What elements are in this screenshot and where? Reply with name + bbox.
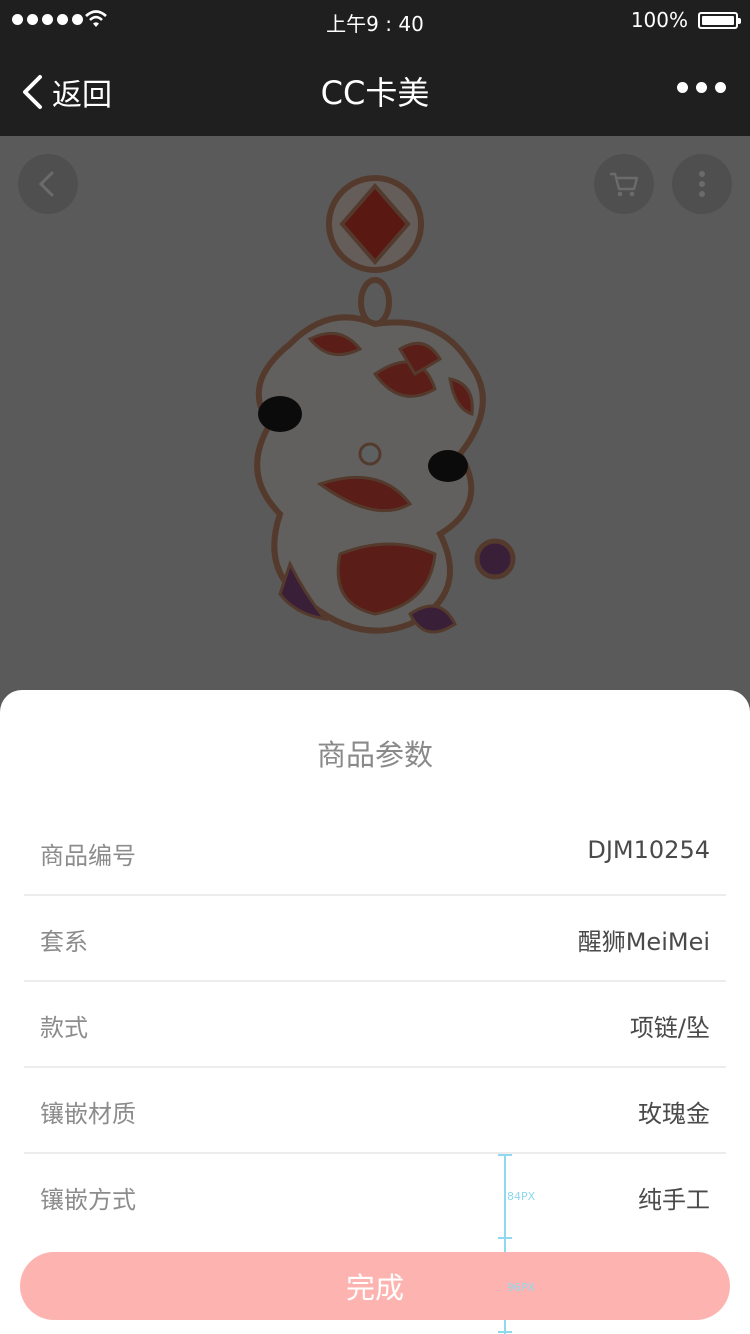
param-label: 款式: [40, 1014, 88, 1042]
param-row-series: 套系 醒狮MeiMei: [24, 896, 726, 982]
param-row-material: 镶嵌材质 玫瑰金: [24, 1068, 726, 1154]
product-params-sheet: 商品参数 商品编号 DJM10254 套系 醒狮MeiMei 款式 项链/坠 镶…: [0, 690, 750, 1334]
page-title: CC卡美: [320, 74, 430, 112]
param-label: 镶嵌方式: [40, 1186, 136, 1214]
measure-guide-tick: [498, 1331, 512, 1333]
param-label: 镶嵌材质: [40, 1100, 136, 1128]
param-label: 商品编号: [40, 842, 136, 870]
more-dots-icon: [677, 82, 688, 93]
measure-guide-tick: [498, 1154, 512, 1156]
measure-label-button: 96PX: [507, 1281, 536, 1294]
param-value: 玫瑰金: [638, 1100, 710, 1128]
param-value: 纯手工: [638, 1186, 710, 1214]
param-row-setting: 镶嵌方式 纯手工: [24, 1154, 726, 1240]
battery-icon: [698, 12, 741, 29]
param-value: 醒狮MeiMei: [577, 928, 710, 956]
param-label: 套系: [40, 928, 88, 956]
navigation-bar: 返回 CC卡美: [0, 40, 750, 136]
done-button[interactable]: 完成: [20, 1252, 730, 1320]
more-options-button[interactable]: [677, 82, 726, 93]
measure-guide-tick: [498, 1237, 512, 1239]
battery-percentage: 100%: [630, 8, 688, 32]
sheet-title: 商品参数: [316, 738, 433, 772]
measure-label-row: 84PX: [507, 1190, 536, 1203]
param-value: DJM10254: [587, 836, 710, 864]
param-row-style: 款式 项链/坠: [24, 982, 726, 1068]
status-bar: 上午9 : 40 100%: [0, 0, 750, 40]
param-value: 项链/坠: [629, 1014, 710, 1042]
param-row-product-number: 商品编号 DJM10254: [24, 810, 726, 896]
param-list: 商品编号 DJM10254 套系 醒狮MeiMei 款式 项链/坠 镶嵌材质 玫…: [24, 810, 726, 1240]
